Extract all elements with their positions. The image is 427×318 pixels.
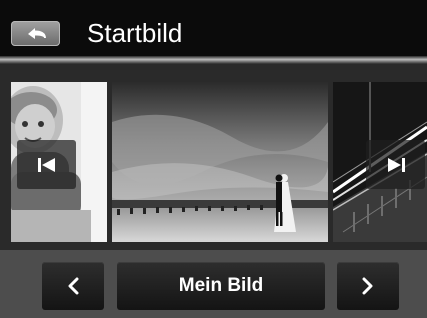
skip-next-icon — [387, 157, 405, 172]
option-label: Mein Bild — [178, 275, 264, 296]
header-divider — [0, 56, 427, 64]
title-bar: Startbild — [0, 0, 427, 56]
back-button[interactable] — [11, 21, 60, 46]
previous-image-button[interactable] — [17, 140, 76, 189]
option-selector[interactable]: Mein Bild — [117, 262, 325, 310]
chevron-left-icon — [68, 277, 79, 295]
next-option-button[interactable] — [337, 262, 399, 310]
page-title: Startbild — [87, 18, 183, 48]
skip-previous-icon — [37, 157, 55, 172]
photo-wedding-beach[interactable] — [112, 82, 328, 242]
next-image-button[interactable] — [366, 140, 425, 189]
previous-option-button[interactable] — [42, 262, 104, 310]
chevron-right-icon — [362, 277, 373, 295]
back-arrow-icon — [27, 27, 46, 39]
